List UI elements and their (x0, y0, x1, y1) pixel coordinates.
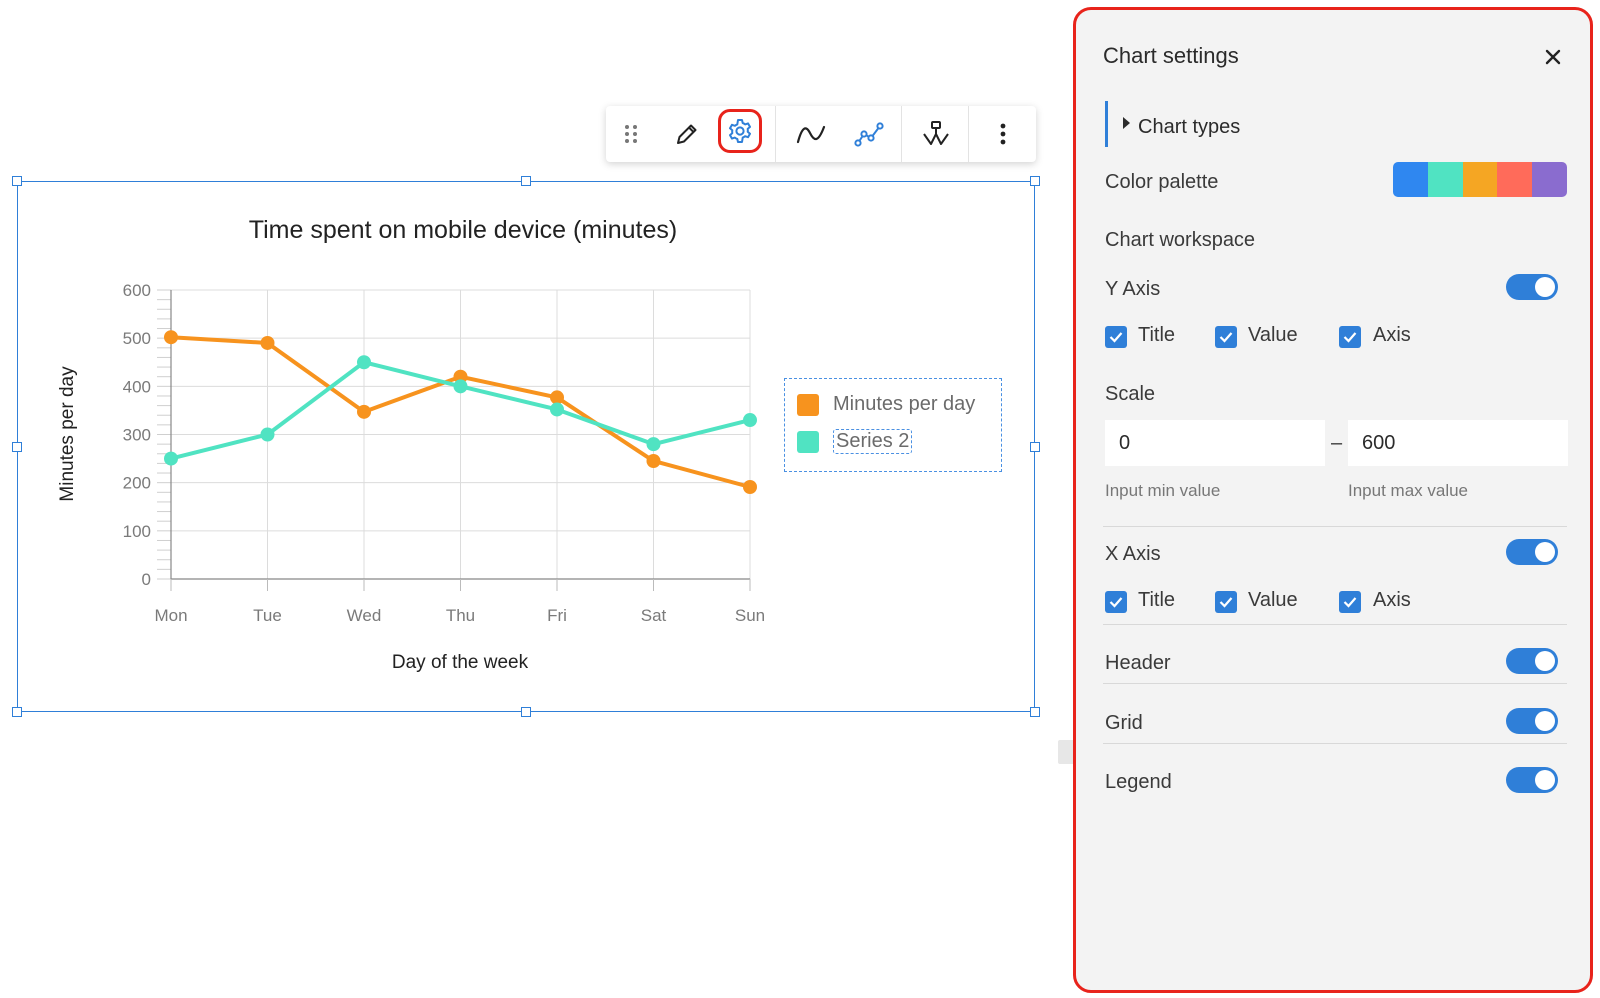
data-point (550, 402, 564, 417)
y-tick-label: 300 (123, 426, 151, 445)
chart-workspace-label: Chart workspace (1105, 229, 1256, 251)
legend-label: Minutes per day (833, 393, 976, 415)
color-palette-picker[interactable] (1393, 162, 1567, 197)
x-axis-option-label: Axis (1373, 589, 1411, 611)
palette-color (1427, 162, 1463, 197)
x-value-checkbox[interactable] (1215, 591, 1237, 613)
legend-swatch (797, 430, 819, 453)
x-tick-label: Fri (547, 606, 567, 625)
legend-label-setting: Legend (1105, 771, 1172, 793)
palette-color (1497, 162, 1533, 197)
y-value-checkbox[interactable] (1215, 326, 1237, 348)
y-tick-label: 100 (123, 522, 151, 541)
y-axis-label: Y Axis (1105, 278, 1161, 300)
data-point (646, 453, 661, 468)
palette-color (1532, 162, 1567, 197)
y-value-option-label: Value (1248, 324, 1298, 346)
y-tick-label: 600 (123, 281, 151, 300)
data-point (646, 437, 661, 452)
data-point (164, 330, 178, 345)
caret-right-icon[interactable] (1123, 117, 1130, 129)
x-axis-label: X Axis (1105, 543, 1161, 565)
section-accent (1105, 101, 1108, 147)
x-title-option-label: Title (1138, 589, 1176, 611)
x-axis-toggle[interactable] (1506, 539, 1558, 565)
x-tick-label: Thu (446, 606, 475, 625)
palette-color (1393, 162, 1428, 197)
color-palette-label: Color palette (1105, 171, 1219, 193)
grid-toggle[interactable] (1506, 708, 1558, 734)
chart-types-toggle[interactable]: Chart types (1138, 116, 1240, 139)
chart-legend[interactable]: Minutes per day Series 2 (784, 378, 1002, 472)
y-axis-title[interactable]: Minutes per day (57, 366, 79, 501)
scale-separator: – (1331, 432, 1343, 454)
divider (1103, 743, 1567, 744)
x-title-checkbox[interactable] (1105, 591, 1127, 613)
y-tick-label: 400 (123, 377, 151, 396)
y-tick-label: 500 (123, 329, 151, 348)
header-label: Header (1105, 652, 1171, 674)
header-toggle[interactable] (1506, 648, 1558, 674)
x-axis-checkbox[interactable] (1339, 591, 1361, 613)
x-tick-label: Sat (641, 606, 667, 625)
data-point (743, 480, 757, 495)
legend-item[interactable]: Minutes per day (797, 393, 975, 416)
x-value-option-label: Value (1248, 589, 1298, 611)
palette-color (1462, 162, 1498, 197)
x-tick-label: Mon (154, 606, 187, 625)
data-point (260, 427, 275, 442)
y-axis-option-label: Axis (1373, 324, 1411, 346)
legend-label[interactable]: Series 2 (833, 429, 913, 454)
x-tick-label: Sun (735, 606, 765, 625)
divider (1103, 683, 1567, 684)
y-title-option-label: Title (1138, 324, 1176, 346)
divider (1103, 526, 1567, 527)
data-point (357, 355, 371, 370)
line-chart: 0 100 200 300 400 500 600 Mon Tue Wed Thu Fri Sat Sun (123, 281, 766, 625)
scale-min-input[interactable]: 0 (1105, 420, 1325, 466)
y-tick-label: 200 (123, 474, 151, 493)
legend-item[interactable]: Series 2 (797, 429, 913, 454)
data-point (743, 413, 757, 428)
scale-max-hint: Input max value (1348, 481, 1469, 500)
x-axis-title[interactable]: Day of the week (340, 652, 580, 674)
scale-label: Scale (1105, 383, 1156, 405)
panel-title: Chart settings (1103, 43, 1239, 68)
y-axis-toggle[interactable] (1506, 274, 1558, 300)
grid-label: Grid (1105, 712, 1143, 734)
data-point (260, 335, 275, 350)
y-axis-checkbox[interactable] (1339, 326, 1361, 348)
legend-swatch (797, 393, 819, 416)
close-icon[interactable] (1542, 46, 1564, 68)
data-point (357, 404, 371, 419)
scale-max-input[interactable]: 600 (1348, 420, 1568, 466)
y-tick-label: 0 (142, 570, 151, 589)
y-title-checkbox[interactable] (1105, 326, 1127, 348)
divider (1103, 624, 1567, 625)
data-point (453, 379, 468, 394)
x-tick-label: Tue (253, 606, 282, 625)
data-point (164, 451, 178, 466)
data-point (550, 390, 564, 405)
chart-settings-panel: Chart settings Chart types Color palette… (1073, 7, 1593, 993)
legend-toggle[interactable] (1506, 767, 1558, 793)
scale-min-hint: Input min value (1105, 481, 1221, 500)
x-tick-label: Wed (347, 606, 382, 625)
